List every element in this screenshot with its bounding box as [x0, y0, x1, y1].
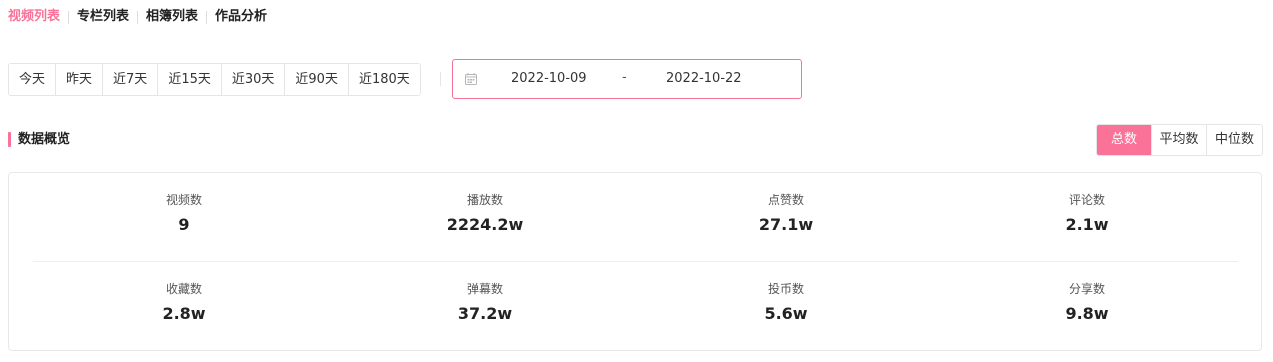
stats-row: 收藏数 2.8w 弹幕数 37.2w 投币数 5.6w 分享数 9.8w: [9, 280, 1261, 340]
tab-divider: [68, 10, 70, 24]
stats-row-divider: [33, 261, 1238, 262]
stat-video-count: 视频数 9: [84, 191, 284, 236]
stat-label: 弹幕数: [466, 282, 503, 296]
tab-column-list[interactable]: 专栏列表: [77, 7, 129, 27]
stat-label: 点赞数: [767, 193, 804, 207]
range-15-days-button[interactable]: 近15天: [158, 64, 222, 95]
stat-share-count: 分享数 9.8w: [987, 280, 1187, 325]
range-7-days-button[interactable]: 近7天: [103, 64, 159, 95]
section-accent-bar: [8, 132, 11, 147]
end-date-input[interactable]: 2022-10-22: [666, 71, 742, 86]
calendar-icon: [465, 73, 477, 85]
stat-danmaku-count: 弹幕数 37.2w: [385, 280, 585, 325]
stat-value: 2.1w: [1065, 215, 1109, 234]
stat-comment-count: 评论数 2.1w: [987, 191, 1187, 236]
tab-divider: [137, 10, 139, 24]
range-180-days-button[interactable]: 近180天: [348, 64, 420, 95]
tab-works-analysis[interactable]: 作品分析: [215, 7, 267, 27]
date-range-picker[interactable]: 2022-10-09 - 2022-10-22: [452, 59, 802, 99]
stat-value: 2.8w: [162, 304, 206, 323]
tab-video-list[interactable]: 视频列表: [8, 7, 60, 27]
stat-label: 分享数: [1068, 282, 1105, 296]
mode-average-button[interactable]: 平均数: [1152, 125, 1207, 155]
stat-value: 27.1w: [758, 215, 814, 234]
stat-label: 视频数: [165, 193, 202, 207]
data-overview-panel: 视频数 9 播放数 2224.2w 点赞数 27.1w 评论数 2.1w 收藏数…: [8, 172, 1262, 351]
stat-label: 收藏数: [165, 282, 202, 296]
stat-play-count: 播放数 2224.2w: [385, 191, 585, 236]
date-range-separator: -: [622, 70, 627, 85]
stats-row: 视频数 9 播放数 2224.2w 点赞数 27.1w 评论数 2.1w: [9, 191, 1261, 251]
content-type-tabs: 视频列表 专栏列表 相簿列表 作品分析: [8, 7, 267, 27]
mode-total-button[interactable]: 总数: [1097, 125, 1152, 155]
start-date-input[interactable]: 2022-10-09: [511, 71, 587, 86]
quick-range-group: 今天 昨天 近7天 近15天 近30天 近90天 近180天: [8, 63, 421, 96]
range-30-days-button[interactable]: 近30天: [221, 64, 286, 95]
stat-value: 9: [178, 215, 190, 234]
stat-coin-count: 投币数 5.6w: [686, 280, 886, 325]
stat-value: 5.6w: [764, 304, 808, 323]
section-title: 数据概览: [18, 132, 71, 147]
range-90-days-button[interactable]: 近90天: [285, 64, 349, 95]
stat-label: 播放数: [466, 193, 503, 207]
stat-like-count: 点赞数 27.1w: [686, 191, 886, 236]
toolbar-divider: [440, 72, 441, 86]
range-today-button[interactable]: 今天: [9, 64, 57, 95]
stat-label: 评论数: [1068, 193, 1105, 207]
stat-value: 9.8w: [1065, 304, 1109, 323]
stat-value: 2224.2w: [446, 215, 524, 234]
stat-label: 投币数: [767, 282, 804, 296]
tab-album-list[interactable]: 相簿列表: [146, 7, 198, 27]
stat-favorite-count: 收藏数 2.8w: [84, 280, 284, 325]
tab-divider: [206, 10, 208, 24]
stat-value: 37.2w: [457, 304, 513, 323]
stat-mode-toggle: 总数 平均数 中位数: [1096, 124, 1263, 156]
range-yesterday-button[interactable]: 昨天: [56, 64, 104, 95]
mode-median-button[interactable]: 中位数: [1207, 125, 1262, 155]
